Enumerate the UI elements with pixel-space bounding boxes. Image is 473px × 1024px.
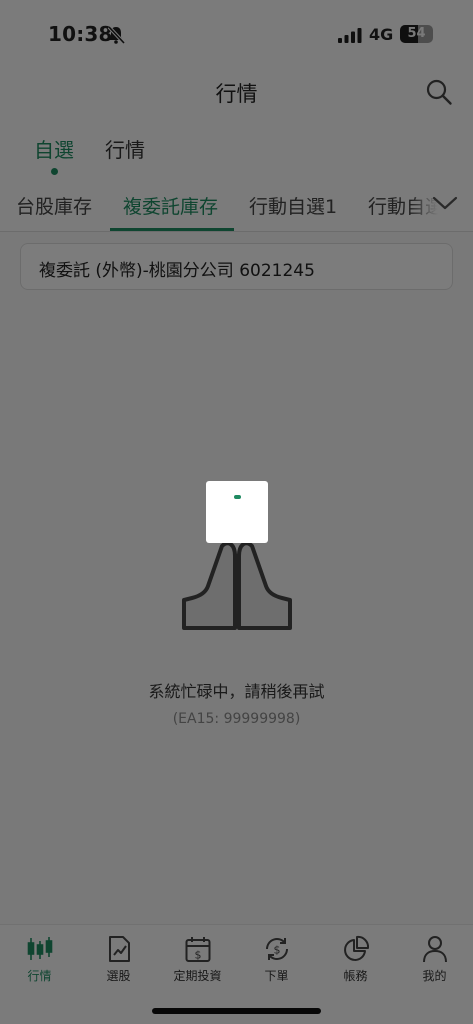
loading-dialog xyxy=(206,481,268,543)
loading-spinner-icon xyxy=(234,495,241,499)
loading-overlay xyxy=(0,0,473,1024)
